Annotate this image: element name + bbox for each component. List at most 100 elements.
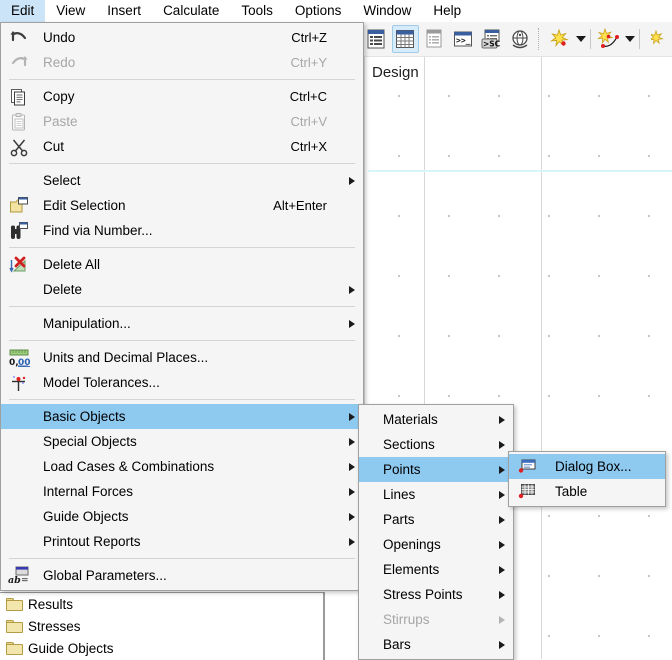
menubar-item-tools[interactable]: Tools: [230, 0, 284, 22]
canvas-guide-vertical-2: [541, 56, 542, 659]
menu-item-label: Select: [43, 173, 81, 188]
menubar-item-view[interactable]: View: [45, 0, 96, 22]
menu-item-label: Paste: [43, 114, 78, 129]
menu-item-label: Stress Points: [383, 587, 463, 602]
menu-item-label: Load Cases & Combinations: [43, 459, 215, 474]
menubar-item-options[interactable]: Options: [284, 0, 353, 22]
menubar-item-window[interactable]: Window: [352, 0, 422, 22]
menu-item-units-and-decimal-places[interactable]: 0, 00 Units and Decimal Places...: [1, 345, 363, 370]
menu-item-guide-objects[interactable]: Guide Objects: [1, 504, 363, 529]
tree-panel-edge: [323, 593, 325, 660]
menu-item-stirrups: Stirrups: [359, 607, 513, 632]
menu-separator: [9, 79, 355, 80]
menu-item-delete-all[interactable]: Delete All: [1, 252, 363, 277]
menu-item-icon-slot: [359, 432, 367, 457]
tree-item-label: Stresses: [28, 618, 81, 634]
menu-item-model-tolerances[interactable]: Model Tolerances...: [1, 370, 363, 395]
command-prompt-button[interactable]: >>_: [449, 25, 476, 53]
menu-item-shortcut: Ctrl+X: [290, 139, 327, 154]
menu-item-label: Special Objects: [43, 434, 137, 449]
menu-item-undo[interactable]: Undo Ctrl+Z: [1, 25, 363, 50]
menu-item-internal-forces[interactable]: Internal Forces: [1, 479, 363, 504]
folder-icon: [0, 597, 28, 611]
menu-item-shortcut: Ctrl+C: [289, 89, 327, 104]
tree-item-stresses[interactable]: Stresses: [0, 615, 325, 637]
new-surface-button[interactable]: [644, 25, 671, 53]
menu-item-sections[interactable]: Sections: [359, 432, 513, 457]
menubar-item-edit[interactable]: Edit: [0, 0, 46, 22]
menu-item-manipulation[interactable]: Manipulation...: [1, 311, 363, 336]
menu-item-parts[interactable]: Parts: [359, 507, 513, 532]
global-parameters-icon: ab =: [7, 566, 31, 586]
tree-item-label: Results: [28, 596, 74, 612]
points-submenu[interactable]: Dialog Box... Table: [508, 451, 666, 507]
menu-item-basic-objects[interactable]: Basic Objects: [1, 404, 363, 429]
menu-item-materials[interactable]: Materials: [359, 407, 513, 432]
menu-item-label: Edit Selection: [43, 198, 126, 213]
new-point-button[interactable]: [546, 25, 573, 53]
menu-item-label: Basic Objects: [43, 409, 126, 424]
edit-menu-popup[interactable]: Undo Ctrl+Z Redo Ctrl+Y Copy Ctrl+C Paste Ctrl+…: [0, 22, 364, 591]
menu-item-edit-selection[interactable]: Edit Selection Alt+Enter: [1, 193, 363, 218]
report-view-button[interactable]: [421, 25, 448, 53]
menu-item-label: Copy: [43, 89, 75, 104]
submenu-arrow-icon: [491, 590, 513, 599]
canvas-guide-horizontal-cyan: [368, 170, 672, 172]
menu-item-dialog-box[interactable]: Dialog Box...: [509, 454, 665, 479]
units-icon: 0, 00: [8, 348, 30, 368]
table-view-button[interactable]: [391, 25, 419, 53]
menu-item-lines[interactable]: Lines: [359, 482, 513, 507]
globe-view-button[interactable]: [507, 25, 534, 53]
menubar-item-calculate[interactable]: Calculate: [152, 0, 230, 22]
menubar-item-help[interactable]: Help: [422, 0, 472, 22]
menu-item-icon-slot: [1, 50, 37, 75]
menu-item-icon-slot: [1, 218, 37, 243]
submenu-arrow-icon: [491, 415, 513, 424]
menu-item-special-objects[interactable]: Special Objects: [1, 429, 363, 454]
tree-item-guide-objects[interactable]: Guide Objects: [0, 637, 325, 659]
submenu-arrow-icon: [491, 615, 513, 624]
menu-bar: Edit View Insert Calculate Tools Options Windo…: [0, 0, 672, 22]
toolbar: >>_ >SC: [362, 22, 672, 57]
menu-item-load-cases-combinations[interactable]: Load Cases & Combinations: [1, 454, 363, 479]
menu-item-bars[interactable]: Bars: [359, 632, 513, 657]
menu-item-copy[interactable]: Copy Ctrl+C: [1, 84, 363, 109]
menu-item-cut[interactable]: Cut Ctrl+X: [1, 134, 363, 159]
new-point-dropdown[interactable]: [574, 25, 587, 53]
menu-item-icon-slot: [1, 404, 37, 429]
menu-item-openings[interactable]: Openings: [359, 532, 513, 557]
undo-icon: [9, 28, 29, 48]
submenu-arrow-icon: [491, 640, 513, 649]
menu-item-select[interactable]: Select: [1, 168, 363, 193]
tree-item-results[interactable]: Results: [0, 593, 325, 615]
object-tree-panel[interactable]: Results Stresses Guide Objects: [0, 592, 325, 660]
new-line-button[interactable]: [595, 25, 622, 53]
menu-item-label: Points: [383, 462, 421, 477]
tree-item-label: Guide Objects: [28, 640, 114, 656]
cut-icon: [9, 137, 29, 157]
menu-item-icon-slot: [359, 532, 367, 557]
menu-item-label: Find via Number...: [43, 223, 153, 238]
script-sc-button[interactable]: >SC: [478, 25, 505, 53]
basic-objects-submenu[interactable]: Materials Sections Points Lines Parts Opening…: [358, 404, 514, 660]
menu-item-label: Internal Forces: [43, 484, 134, 499]
menu-item-label: Delete All: [43, 257, 101, 272]
menu-item-delete[interactable]: Delete: [1, 277, 363, 302]
menu-item-icon-slot: [1, 134, 37, 159]
menu-item-elements[interactable]: Elements: [359, 557, 513, 582]
submenu-arrow-icon: [491, 440, 513, 449]
menu-item-printout-reports[interactable]: Printout Reports: [1, 529, 363, 554]
menu-item-global-parameters[interactable]: ab = Global Parameters...: [1, 563, 363, 588]
menu-item-table[interactable]: Table: [509, 479, 665, 504]
menu-item-label: Elements: [383, 562, 440, 577]
menu-separator: [9, 340, 355, 341]
menu-item-points[interactable]: Points: [359, 457, 513, 482]
menu-item-label: Model Tolerances...: [43, 375, 160, 390]
menubar-item-insert[interactable]: Insert: [96, 0, 152, 22]
menu-separator: [9, 399, 355, 400]
list-view-button[interactable]: [363, 25, 390, 53]
menu-item-stress-points[interactable]: Stress Points: [359, 582, 513, 607]
folder-icon: [0, 619, 28, 633]
menu-item-find-via-number[interactable]: Find via Number...: [1, 218, 363, 243]
new-line-dropdown[interactable]: [623, 25, 636, 53]
